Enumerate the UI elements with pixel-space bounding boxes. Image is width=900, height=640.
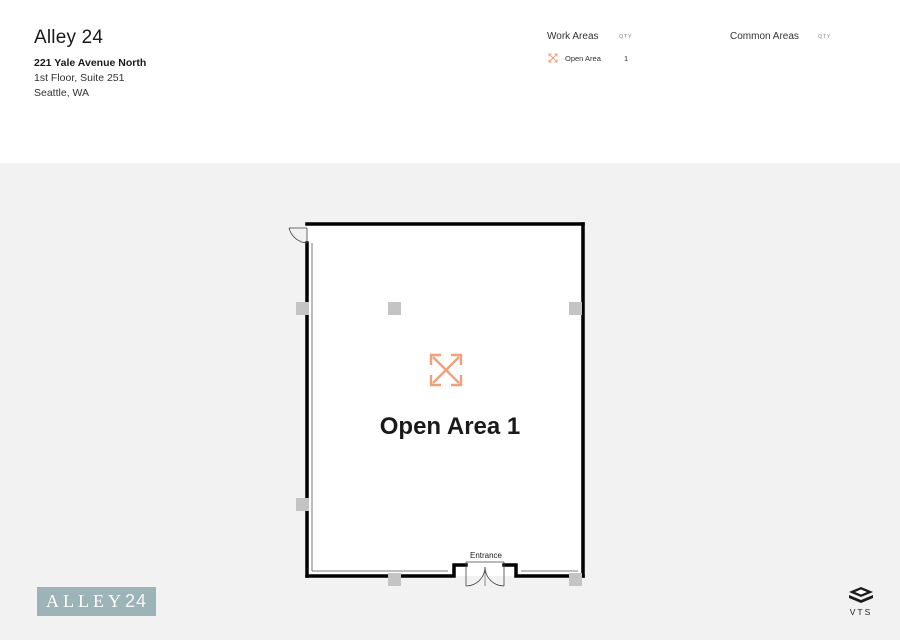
work-areas-qty-header: QTY — [619, 34, 633, 40]
legend-item-open-area: Open Area — [565, 54, 601, 63]
room-floor — [307, 224, 583, 576]
room-label: Open Area 1 — [379, 413, 521, 440]
common-areas-title: Common Areas — [730, 31, 799, 42]
expand-arrows-icon — [548, 53, 558, 63]
header — [0, 0, 900, 163]
common-areas-qty-header: QTY — [818, 34, 832, 40]
vts-logo-icon — [849, 587, 873, 603]
address-line-2: 1st Floor, Suite 251 — [34, 72, 125, 84]
address-line-3: Seattle, WA — [34, 87, 90, 99]
floor-plan — [288, 222, 585, 587]
page-title: Alley 24 — [34, 27, 104, 48]
alley24-logo: ALLEY 24 — [37, 587, 156, 616]
legend-item-open-area-qty: 1 — [624, 54, 629, 63]
vts-logo-text: VTS — [849, 607, 873, 617]
entrance-label: Entrance — [469, 551, 503, 560]
address-line-1: 221 Yale Avenue North — [34, 57, 147, 69]
door-swing-top-left — [288, 227, 308, 244]
work-areas-title: Work Areas — [547, 31, 599, 42]
